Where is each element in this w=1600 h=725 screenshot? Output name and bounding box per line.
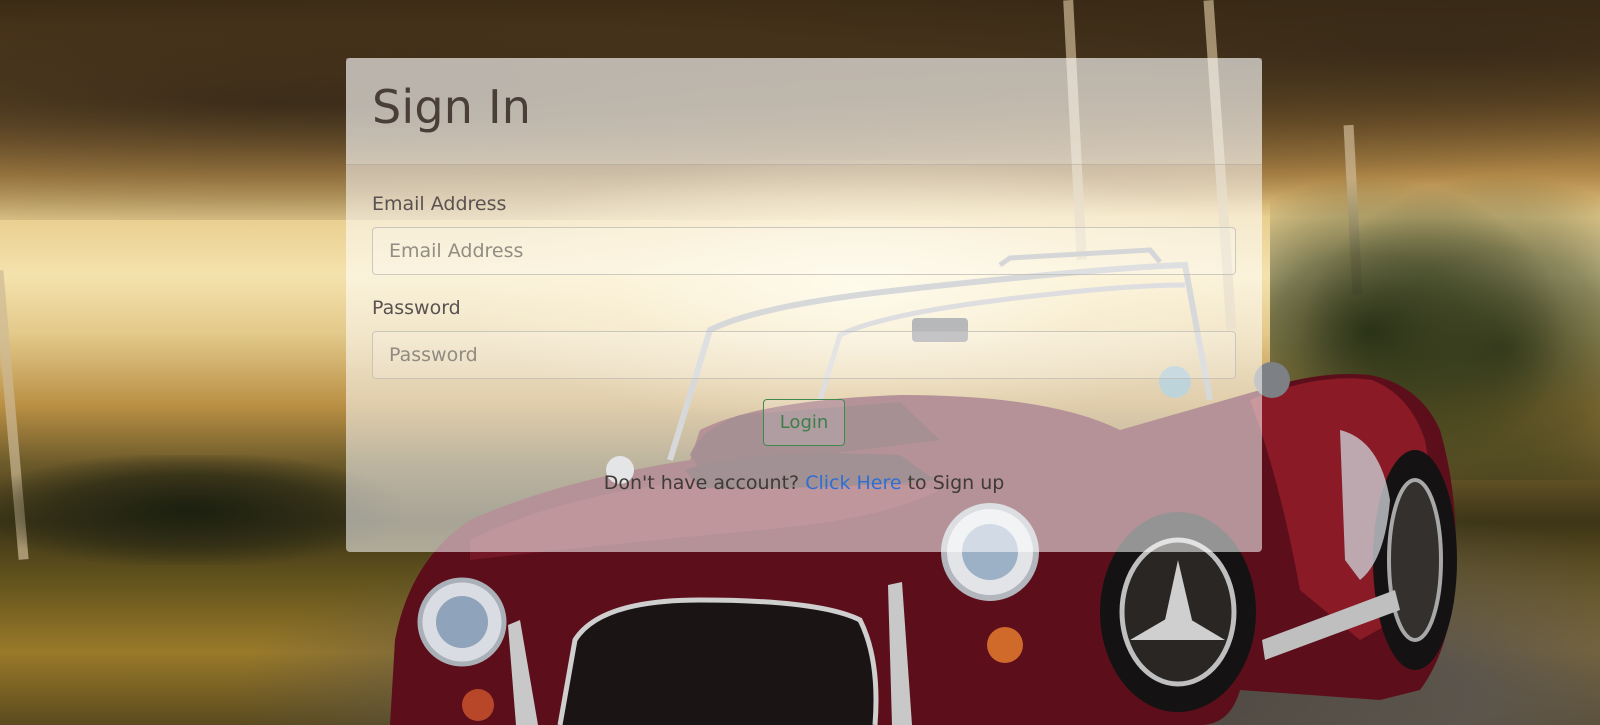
signup-prompt-after: to Sign up bbox=[907, 472, 1005, 494]
button-row: Login bbox=[372, 399, 1236, 446]
email-field[interactable] bbox=[372, 227, 1236, 275]
signup-prompt-before: Don't have account? bbox=[603, 472, 800, 494]
password-label: Password bbox=[372, 297, 461, 319]
signin-card: Sign In Email Address Password Login Don… bbox=[346, 58, 1262, 552]
signup-prompt: Don't have account? Click Here to Sign u… bbox=[372, 472, 1236, 494]
signup-link[interactable]: Click Here bbox=[805, 472, 901, 494]
page-title: Sign In bbox=[372, 80, 532, 134]
email-group: Email Address bbox=[372, 193, 1236, 275]
card-header: Sign In bbox=[346, 58, 1262, 165]
card-body: Email Address Password Login Don't have … bbox=[346, 165, 1262, 494]
login-button[interactable]: Login bbox=[763, 399, 845, 446]
password-group: Password bbox=[372, 297, 1236, 379]
email-label: Email Address bbox=[372, 193, 507, 215]
password-field[interactable] bbox=[372, 331, 1236, 379]
